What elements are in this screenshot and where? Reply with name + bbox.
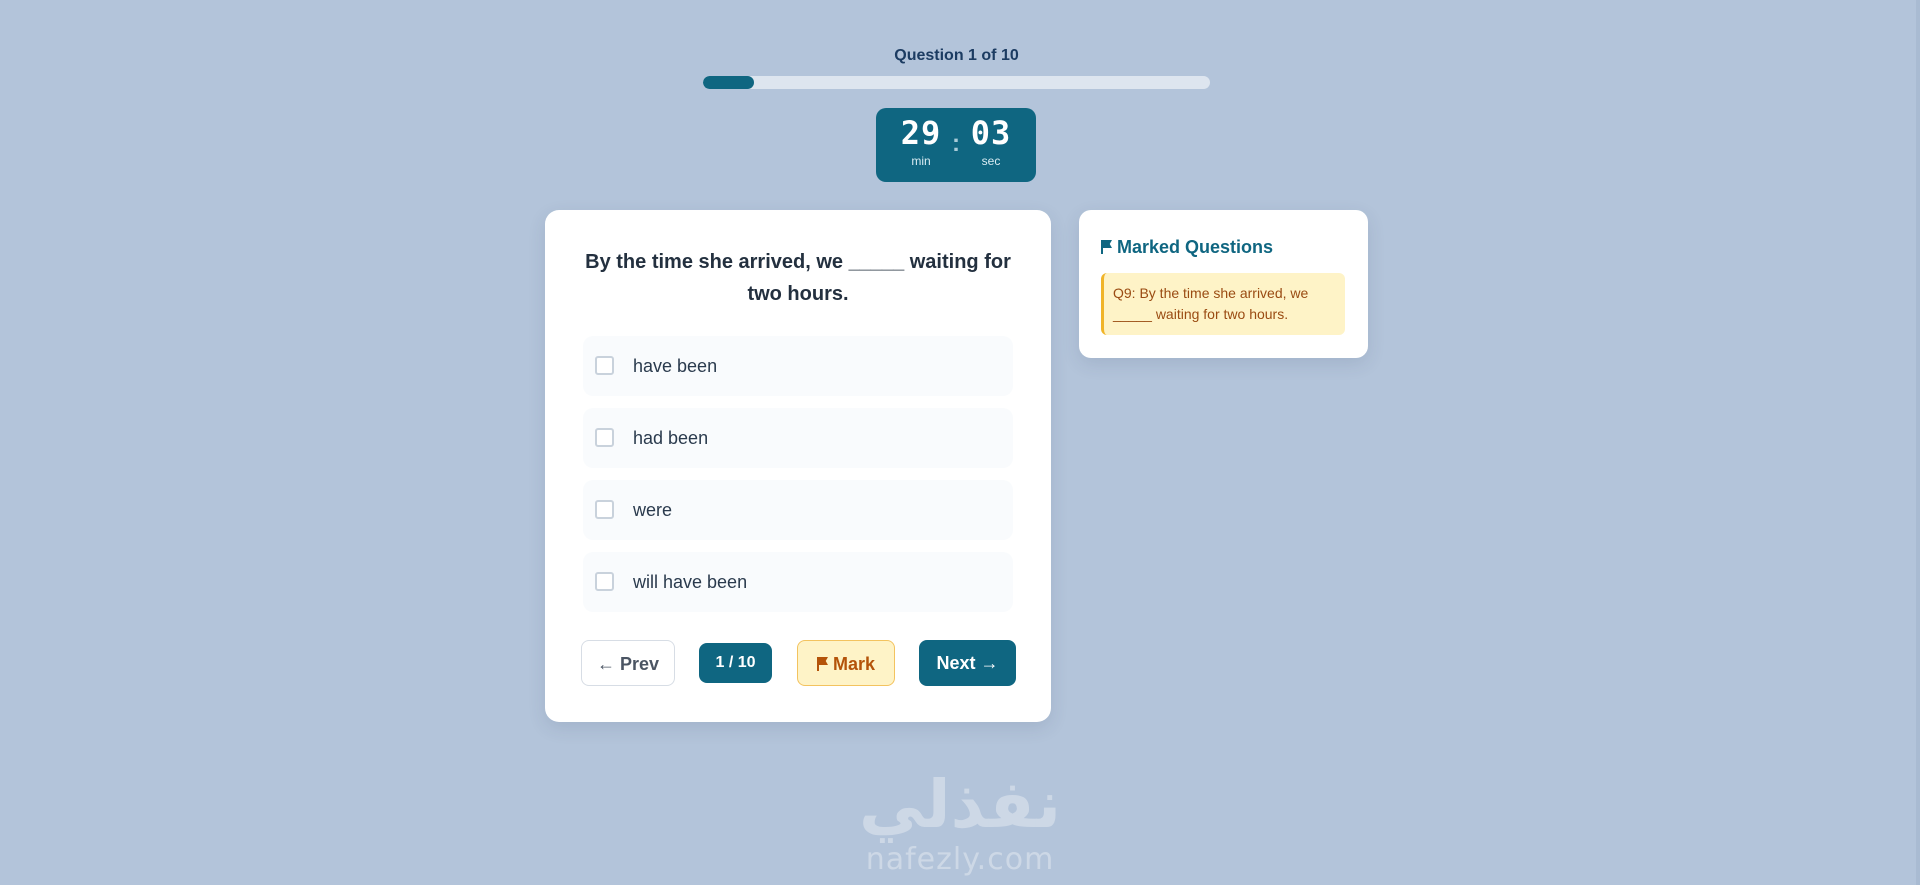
marked-questions-panel: Marked Questions Q9: By the time she arr… xyxy=(1079,210,1368,358)
site-logo: نفذلي nafezly.com xyxy=(820,765,1100,885)
timer-minutes-label: min xyxy=(911,154,931,168)
question-text: By the time she arrived, we _____ waitin… xyxy=(585,251,1011,305)
question-counter-button[interactable]: 1 / 10 xyxy=(699,643,772,683)
answer-option[interactable]: were xyxy=(583,480,1013,540)
timer-seconds-value: 03 xyxy=(970,114,1012,152)
answer-option[interactable]: had been xyxy=(583,408,1013,468)
countdown-timer: 29 min : 03 sec xyxy=(876,108,1036,182)
marked-questions-title-text: Marked Questions xyxy=(1117,237,1274,257)
timer-minutes-value: 29 xyxy=(900,114,942,152)
option-checkbox[interactable] xyxy=(595,428,614,447)
logo-arabic-text: نفذلي xyxy=(859,766,1061,843)
marked-question-item[interactable]: Q9: By the time she arrived, we _____ wa… xyxy=(1101,273,1345,335)
progress-bar xyxy=(703,76,1210,89)
timer-minutes: 29 min xyxy=(891,114,951,168)
option-checkbox[interactable] xyxy=(595,572,614,591)
answer-options: have been had been were will have been xyxy=(583,336,1013,624)
timer-seconds-label: sec xyxy=(981,154,1001,168)
progress-section: Question 1 of 10 xyxy=(703,46,1210,89)
progress-label: Question 1 of 10 xyxy=(894,47,1019,64)
navigation-buttons: ← Prev 1 / 10 Mark Next → xyxy=(581,640,1017,688)
timer-seconds: 03 sec xyxy=(961,114,1021,168)
option-checkbox[interactable] xyxy=(595,356,614,375)
question-card: By the time she arrived, we _____ waitin… xyxy=(545,210,1051,722)
marked-questions-title: Marked Questions xyxy=(1101,236,1273,258)
option-checkbox[interactable] xyxy=(595,500,614,519)
mark-button-label: Mark xyxy=(832,654,876,674)
logo-latin-text: nafezly.com xyxy=(865,842,1055,877)
prev-button[interactable]: ← Prev xyxy=(581,640,675,686)
option-label: will have been xyxy=(633,572,748,592)
mark-button[interactable]: Mark xyxy=(797,640,895,686)
option-label: have been xyxy=(633,356,718,376)
option-label: had been xyxy=(633,428,709,448)
flag-icon xyxy=(1101,240,1111,254)
next-button[interactable]: Next → xyxy=(919,640,1016,686)
flag-icon xyxy=(816,657,827,671)
option-label: were xyxy=(633,500,673,520)
quiz-page: Question 1 of 10 29 min : 03 sec By the … xyxy=(0,0,1920,885)
answer-option[interactable]: have been xyxy=(583,336,1013,396)
answer-option[interactable]: will have been xyxy=(583,552,1013,612)
window-edge xyxy=(1916,0,1920,885)
progress-fill xyxy=(703,76,754,89)
